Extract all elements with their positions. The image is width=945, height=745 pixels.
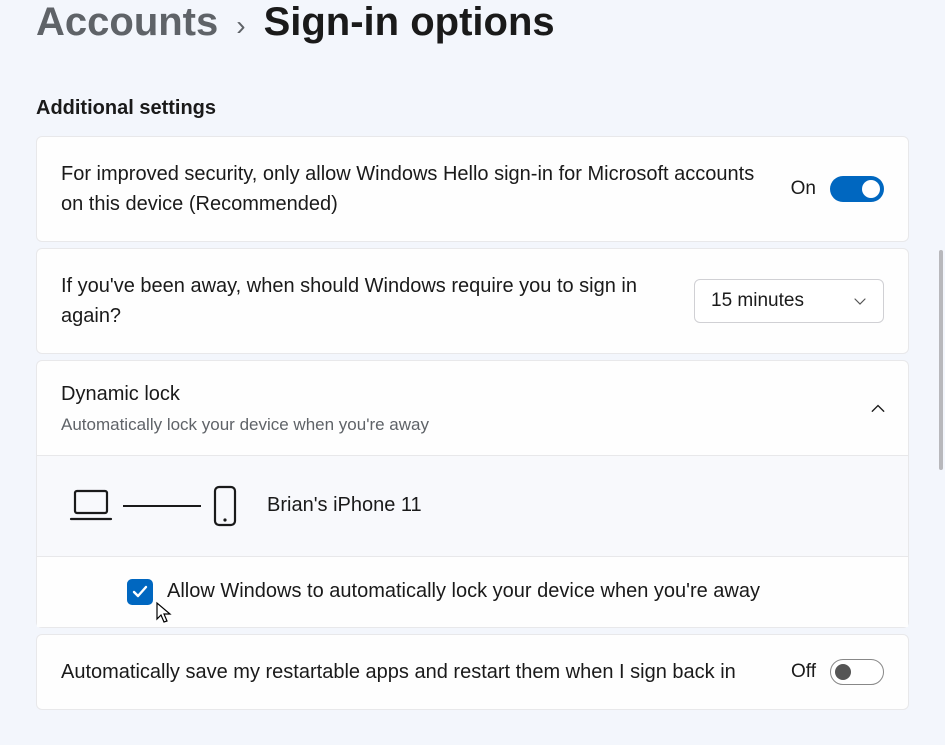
breadcrumb: Accounts › Sign-in options <box>36 0 909 45</box>
autosave-apps-card: Automatically save my restartable apps a… <box>36 634 909 710</box>
dynamic-lock-checkbox-label: Allow Windows to automatically lock your… <box>167 580 760 603</box>
breadcrumb-parent[interactable]: Accounts <box>36 0 218 45</box>
dynamic-lock-header[interactable]: Dynamic lock Automatically lock your dev… <box>37 361 908 455</box>
dynamic-lock-checkbox-row: Allow Windows to automatically lock your… <box>37 556 908 627</box>
require-signin-dropdown-value: 15 minutes <box>711 290 804 312</box>
dynamic-lock-card: Dynamic lock Automatically lock your dev… <box>36 360 909 628</box>
breadcrumb-current: Sign-in options <box>264 0 555 45</box>
windows-hello-card: For improved security, only allow Window… <box>36 136 909 242</box>
require-signin-label: If you've been away, when should Windows… <box>61 271 670 331</box>
require-signin-card: If you've been away, when should Windows… <box>36 248 909 354</box>
dynamic-lock-checkbox[interactable] <box>127 579 153 605</box>
chevron-up-icon <box>870 401 884 415</box>
windows-hello-toggle[interactable] <box>830 176 884 202</box>
chevron-right-icon: › <box>236 10 245 42</box>
dynamic-lock-subtitle: Automatically lock your device when you'… <box>61 413 870 437</box>
autosave-apps-toggle-state: Off <box>791 661 816 683</box>
autosave-apps-toggle[interactable] <box>830 659 884 685</box>
autosave-apps-label: Automatically save my restartable apps a… <box>61 657 767 687</box>
cursor-icon <box>155 601 175 630</box>
phone-icon <box>211 484 239 528</box>
require-signin-dropdown[interactable]: 15 minutes <box>694 279 884 323</box>
section-title: Additional settings <box>36 97 909 120</box>
windows-hello-label: For improved security, only allow Window… <box>61 159 767 219</box>
paired-device-row: Brian's iPhone 11 <box>37 456 908 556</box>
dynamic-lock-body: Brian's iPhone 11 Allow Windows to autom… <box>37 455 908 627</box>
windows-hello-toggle-state: On <box>791 178 816 200</box>
chevron-down-icon <box>853 294 867 308</box>
paired-device-name: Brian's iPhone 11 <box>267 494 422 517</box>
connection-line-icon <box>123 505 201 507</box>
laptop-icon <box>69 487 113 525</box>
dynamic-lock-title: Dynamic lock <box>61 379 870 409</box>
scrollbar[interactable] <box>939 250 943 470</box>
